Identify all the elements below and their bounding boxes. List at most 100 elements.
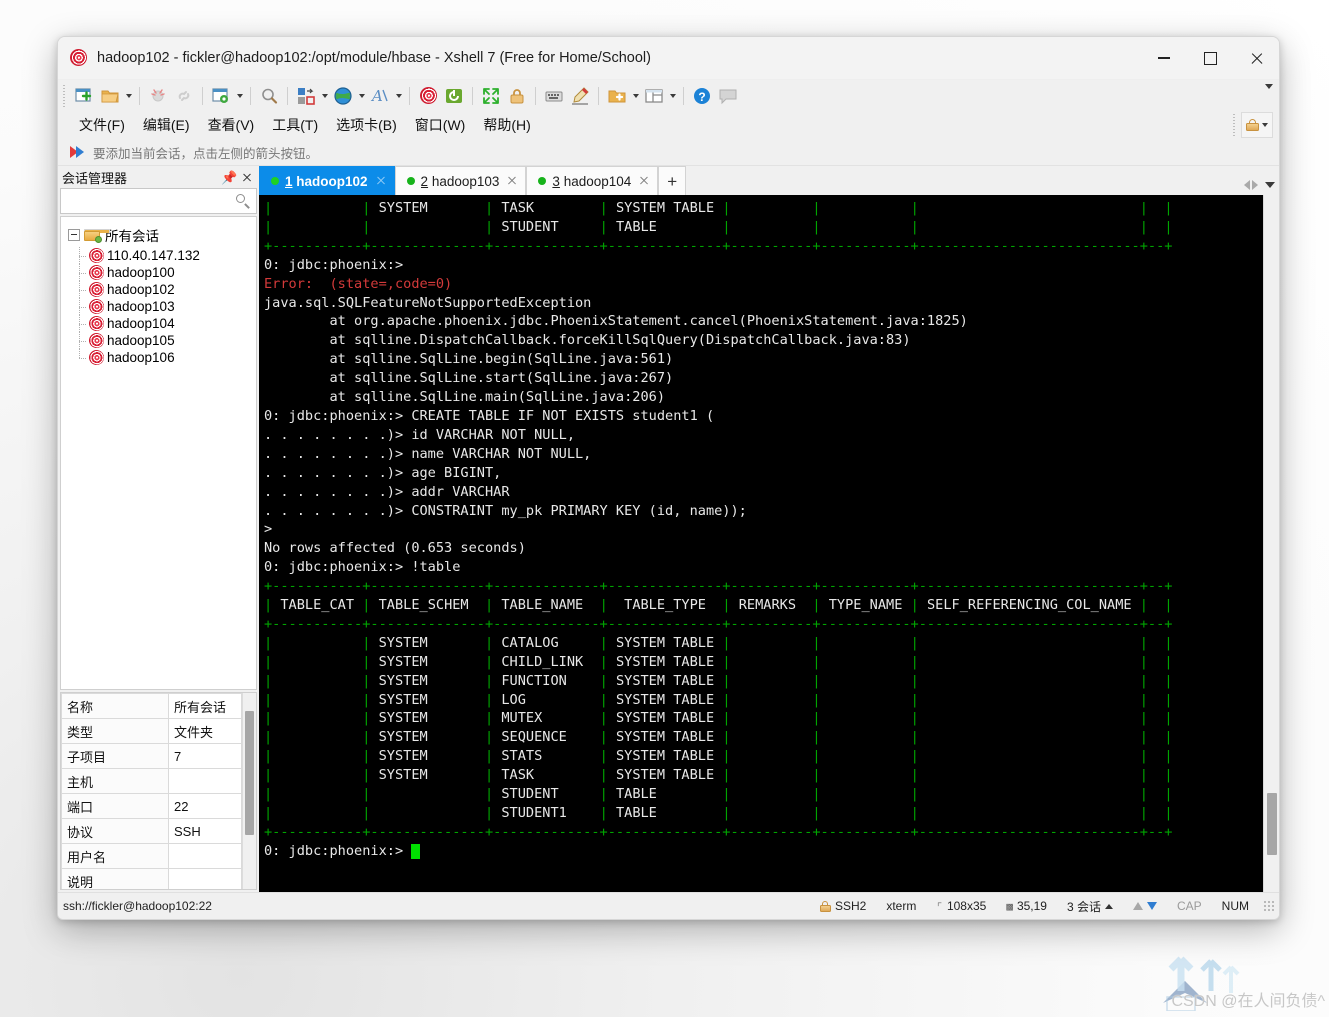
reconnect-icon[interactable] bbox=[171, 83, 197, 109]
maximize-button[interactable] bbox=[1187, 37, 1233, 79]
window-title: hadoop102 - fickler@hadoop102:/opt/modul… bbox=[97, 50, 651, 66]
collapse-toggle-icon[interactable] bbox=[68, 229, 80, 241]
close-panel-button[interactable] bbox=[238, 169, 255, 186]
menu-tools[interactable]: 工具(T) bbox=[263, 112, 327, 138]
font-dropdown[interactable] bbox=[393, 83, 404, 109]
scroll-tabs-left-icon[interactable] bbox=[1244, 180, 1250, 190]
find-icon[interactable] bbox=[256, 83, 282, 109]
table-row: 类型 文件夹 bbox=[61, 718, 242, 744]
scroll-tabs-right-icon[interactable] bbox=[1252, 180, 1258, 190]
compose-icon[interactable] bbox=[567, 83, 593, 109]
prop-value bbox=[168, 768, 242, 794]
terminal-prompt-line: 0: jdbc:phoenix:> bbox=[264, 842, 1263, 861]
tab-close-icon[interactable] bbox=[637, 174, 651, 188]
session-item-2[interactable]: hadoop102 bbox=[79, 279, 256, 300]
session-manager-title: 会话管理器 bbox=[62, 170, 128, 186]
tab-close-icon[interactable] bbox=[505, 174, 519, 188]
open-folder-icon[interactable] bbox=[97, 83, 123, 109]
session-item-0[interactable]: 110.40.147.132 bbox=[79, 245, 256, 266]
prompt-text: 0: jdbc:phoenix:> bbox=[264, 842, 412, 859]
tab-hadoop103[interactable]: 2 hadoop103 bbox=[394, 166, 527, 195]
tab-hadoop104[interactable]: 3 hadoop104 bbox=[526, 166, 659, 195]
layout-dropdown[interactable] bbox=[667, 83, 678, 109]
toolbar-separator bbox=[472, 86, 473, 105]
prop-value: 所有会话 bbox=[168, 693, 242, 719]
new-session-icon[interactable] bbox=[71, 83, 97, 109]
add-to-folder-icon[interactable] bbox=[604, 83, 630, 109]
globe-icon[interactable] bbox=[330, 83, 356, 109]
session-item-1[interactable]: hadoop100 bbox=[79, 262, 256, 283]
open-folder-dropdown[interactable] bbox=[123, 83, 134, 109]
layout-icon[interactable] bbox=[641, 83, 667, 109]
session-properties-dropdown[interactable] bbox=[234, 83, 245, 109]
status-protocol-cell[interactable]: SSH2 bbox=[810, 899, 876, 913]
table-row: 主机 bbox=[61, 768, 242, 794]
pin-button[interactable]: 📌 bbox=[221, 169, 238, 186]
toolbar-grip[interactable] bbox=[62, 84, 67, 107]
menu-edit[interactable]: 编辑(E) bbox=[134, 112, 199, 138]
lock-session-button[interactable] bbox=[1241, 112, 1273, 138]
scrollbar-thumb[interactable] bbox=[245, 711, 254, 835]
close-button[interactable] bbox=[1233, 37, 1279, 79]
toolbar-overflow-button[interactable] bbox=[1265, 84, 1273, 107]
minimize-button[interactable] bbox=[1141, 37, 1187, 79]
fullscreen-icon[interactable] bbox=[478, 83, 504, 109]
prop-key: 用户名 bbox=[61, 843, 169, 869]
menu-help[interactable]: 帮助(H) bbox=[474, 112, 539, 138]
properties-scrollbar[interactable] bbox=[242, 693, 256, 889]
session-item-4[interactable]: hadoop104 bbox=[79, 313, 256, 334]
disconnect-icon[interactable] bbox=[145, 83, 171, 109]
feedback-icon[interactable] bbox=[715, 83, 741, 109]
tab-close-icon[interactable] bbox=[374, 174, 388, 188]
chevron-up-icon[interactable] bbox=[1104, 903, 1113, 909]
new-tab-button[interactable]: + bbox=[658, 166, 687, 195]
menu-view[interactable]: 查看(V) bbox=[199, 112, 264, 138]
status-num: NUM bbox=[1221, 899, 1249, 913]
prop-value: 文件夹 bbox=[168, 718, 242, 744]
status-terminal-type[interactable]: xterm bbox=[876, 899, 926, 913]
terminal-scrollbar[interactable] bbox=[1263, 195, 1279, 892]
tab-list-dropdown-icon[interactable] bbox=[1265, 182, 1275, 188]
xshell-icon[interactable] bbox=[415, 83, 441, 109]
globe-dropdown[interactable] bbox=[356, 83, 367, 109]
tab-label: 2 hadoop103 bbox=[420, 173, 500, 189]
transfer-file-dropdown[interactable] bbox=[319, 83, 330, 109]
status-size-cell[interactable]: ⌜ 108x35 bbox=[926, 899, 996, 913]
prop-key: 主机 bbox=[61, 768, 169, 794]
tab-hadoop102[interactable]: 1 hadoop102 bbox=[259, 166, 395, 195]
session-search-box[interactable] bbox=[60, 188, 257, 214]
scrollbar-thumb[interactable] bbox=[1267, 793, 1277, 855]
tree-root-all-sessions[interactable]: 所有会话 bbox=[61, 223, 256, 247]
keyboard-icon[interactable] bbox=[541, 83, 567, 109]
menu-window[interactable]: 窗口(W) bbox=[406, 112, 475, 138]
session-properties-icon[interactable] bbox=[208, 83, 234, 109]
resize-grip[interactable] bbox=[1263, 900, 1275, 912]
lock-icon[interactable] bbox=[504, 83, 530, 109]
prop-key: 说明 bbox=[61, 868, 169, 889]
menubar-right-controls bbox=[1232, 111, 1273, 139]
menu-tabs[interactable]: 选项卡(B) bbox=[327, 112, 406, 138]
minimize-icon bbox=[1158, 57, 1170, 59]
status-cursor-cell[interactable]: ▩ 35,19 bbox=[996, 899, 1057, 913]
status-cursor-pos: 35,19 bbox=[1016, 899, 1047, 913]
help-icon[interactable]: ? bbox=[689, 83, 715, 109]
terminal-screen[interactable]: | | SYSTEM | TASK | SYSTEM TABLE | | | |… bbox=[259, 195, 1263, 892]
xftp-icon[interactable] bbox=[441, 83, 467, 109]
session-tree[interactable]: 所有会话 110.40.147.132 hadoop100 hadoop102 bbox=[60, 216, 257, 690]
session-item-6[interactable]: hadoop106 bbox=[79, 347, 256, 368]
status-transfer-cell[interactable] bbox=[1123, 902, 1167, 910]
pin-icon: 📌 bbox=[221, 169, 238, 185]
menu-file[interactable]: 文件(F) bbox=[70, 112, 134, 138]
chevron-down-icon[interactable] bbox=[1262, 123, 1268, 127]
lockbar-grip[interactable] bbox=[1232, 114, 1237, 136]
add-to-folder-dropdown[interactable] bbox=[630, 83, 641, 109]
table-row: 名称 所有会话 bbox=[61, 693, 242, 719]
transfer-file-icon[interactable] bbox=[293, 83, 319, 109]
status-sessions-cell[interactable]: 3 会话 bbox=[1057, 898, 1123, 915]
session-item-3[interactable]: hadoop103 bbox=[79, 296, 256, 317]
font-icon[interactable]: A bbox=[367, 83, 393, 109]
search-icon[interactable] bbox=[233, 191, 253, 211]
search-input[interactable] bbox=[61, 193, 233, 209]
session-icon bbox=[86, 330, 107, 351]
session-item-5[interactable]: hadoop105 bbox=[79, 330, 256, 351]
